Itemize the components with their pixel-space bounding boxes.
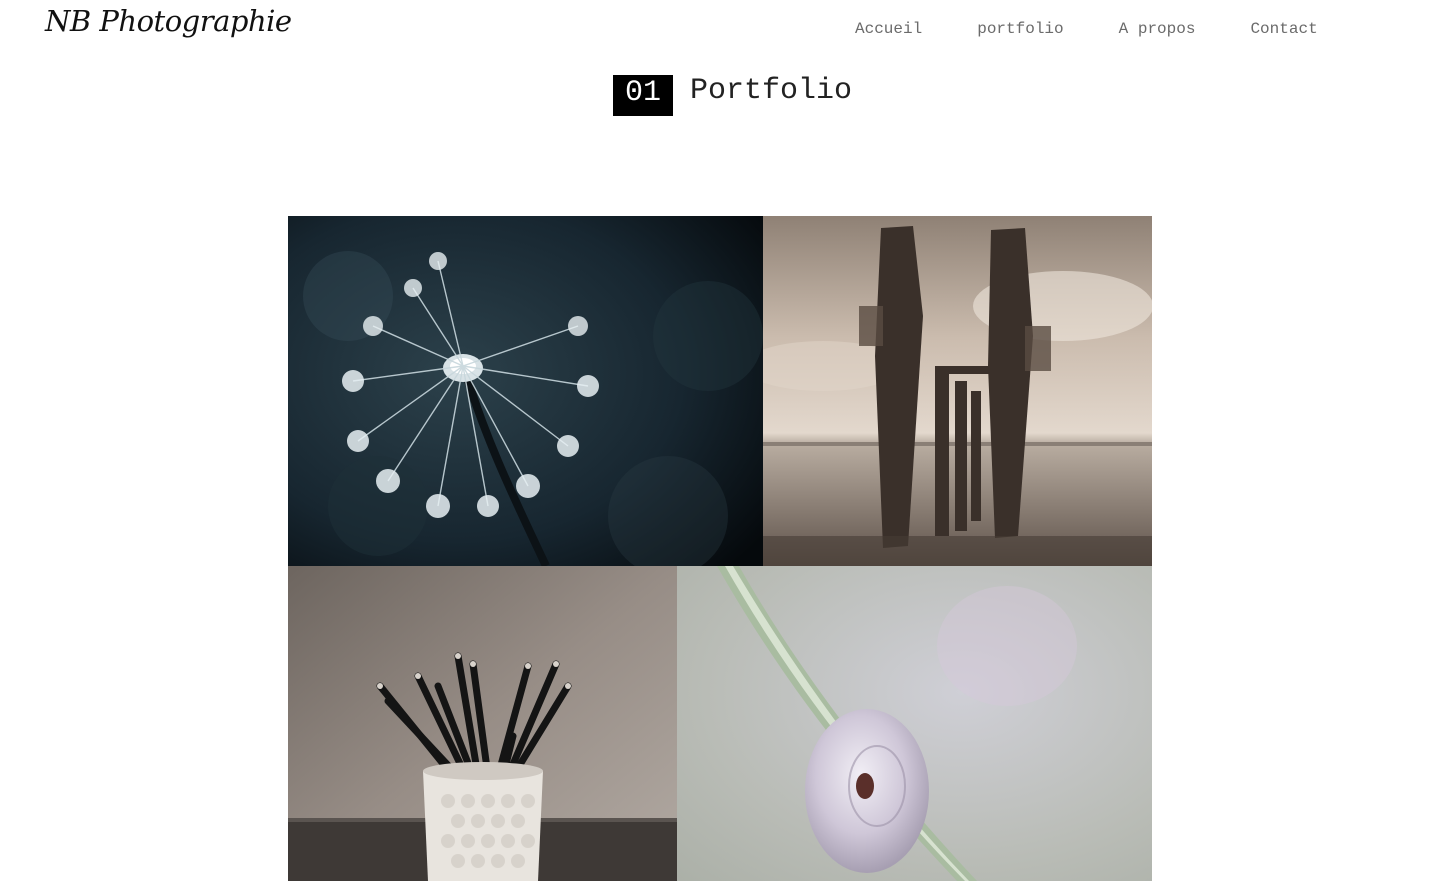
gallery-photo-dandelion[interactable] (288, 216, 763, 566)
gallery-photo-pier[interactable] (763, 216, 1152, 566)
dandelion-image (288, 216, 763, 566)
section-number-badge: 01 (613, 75, 673, 116)
snail-image (677, 566, 1152, 881)
pencils-image (288, 566, 677, 881)
section-title: Portfolio (690, 74, 853, 108)
pier-image (763, 216, 1152, 566)
site-logo[interactable]: NB Photographie (45, 4, 292, 38)
main-nav: Accueil portfolio A propos Contact (855, 20, 1318, 38)
nav-item-contact[interactable]: Contact (1250, 20, 1317, 38)
gallery-photo-pencils[interactable] (288, 566, 677, 881)
gallery-photo-snail[interactable] (677, 566, 1152, 881)
nav-item-portfolio[interactable]: portfolio (977, 20, 1063, 38)
nav-item-accueil[interactable]: Accueil (855, 20, 922, 38)
nav-item-a-propos[interactable]: A propos (1119, 20, 1196, 38)
